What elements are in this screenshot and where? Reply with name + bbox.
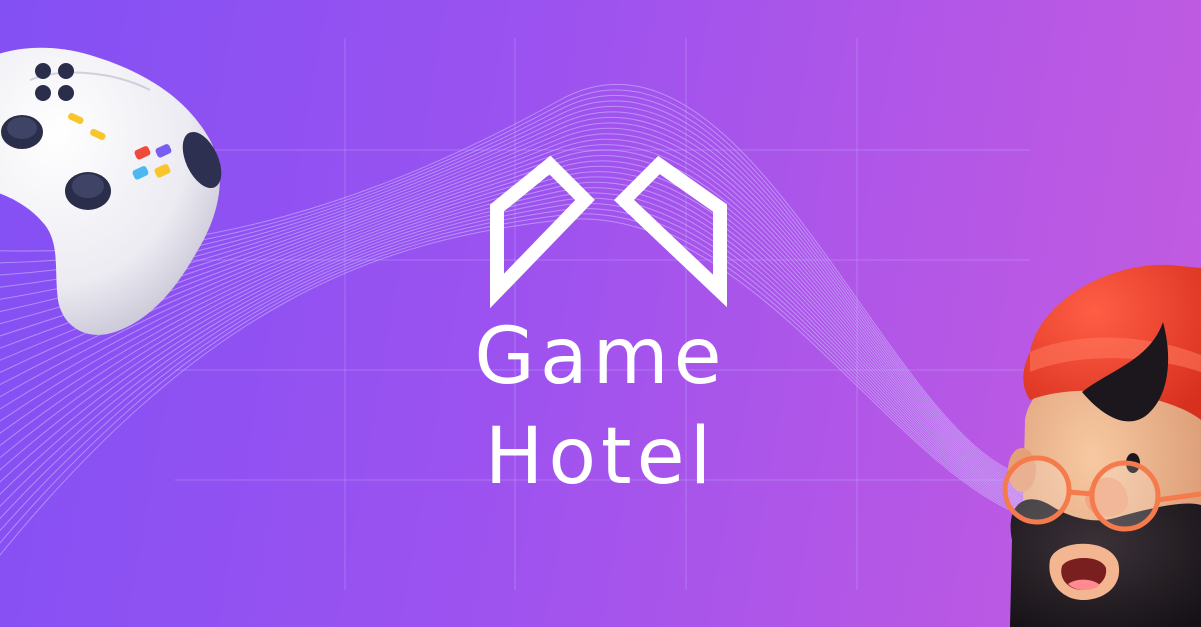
banner: Game Hotel: [0, 0, 1201, 627]
bearded-character-icon: [1002, 264, 1201, 627]
